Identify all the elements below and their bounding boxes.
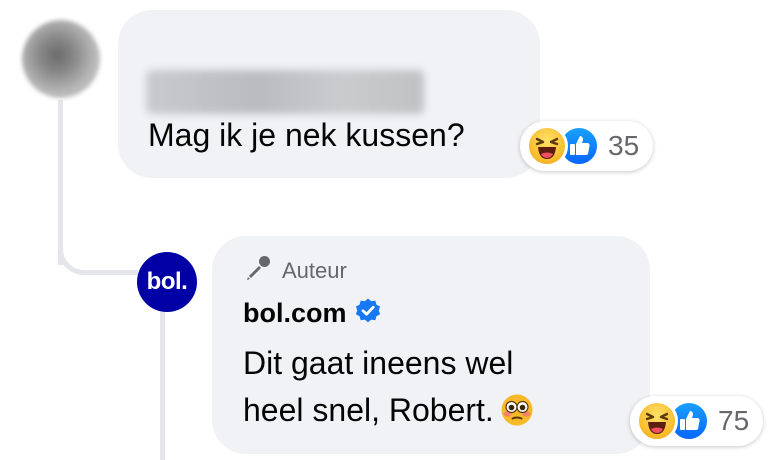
reply-text-line2: heel snel, Robert. <box>243 387 534 440</box>
reply-thread-line <box>160 312 165 460</box>
comment-text: Mag ik je nek kussen? <box>148 117 465 153</box>
reply-author: bol.com <box>243 297 382 330</box>
author-badge-label: Auteur <box>282 257 347 283</box>
bol-avatar[interactable]: bol. <box>137 252 197 312</box>
commenter-avatar[interactable] <box>22 20 100 98</box>
reaction-count: 75 <box>718 405 750 436</box>
bol-logo: bol. <box>146 268 188 295</box>
reply-text: Dit gaat ineens wel heel snel, Robert. <box>243 340 534 440</box>
reply-reactions[interactable]: 75 <box>630 396 764 446</box>
flushed-face-emoji <box>500 393 534 440</box>
reaction-count: 35 <box>608 130 640 161</box>
author-badge: Auteur <box>244 253 347 288</box>
reply-text-line1: Dit gaat ineens wel <box>243 345 514 381</box>
page-name-link[interactable]: bol.com <box>243 298 347 329</box>
commenter-name-redacted <box>146 70 424 114</box>
microphone-icon <box>244 253 274 288</box>
haha-icon <box>636 400 678 442</box>
verified-badge-icon <box>354 297 382 330</box>
comment-reactions[interactable]: 35 <box>520 121 654 171</box>
haha-icon <box>526 125 568 167</box>
thread-connector-curve <box>58 225 138 275</box>
